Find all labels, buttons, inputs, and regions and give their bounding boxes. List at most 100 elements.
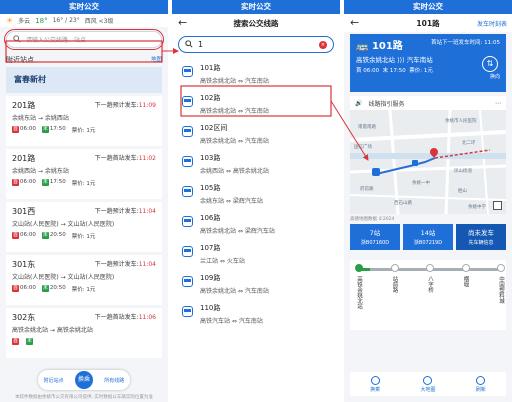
search-result-item[interactable]: 109路 高铁余姚北站 ⇔ 汽车南站 — [172, 269, 340, 299]
fullscreen-icon[interactable] — [493, 201, 502, 210]
bus-marker-icon[interactable] — [372, 168, 380, 176]
search-query: 1 — [198, 40, 204, 49]
big-map-button[interactable]: 大地图 — [420, 375, 436, 393]
route-path: 余姚西站 → 余姚东站 — [12, 168, 69, 175]
weather-temp: 18° — [35, 16, 48, 25]
back-arrow-icon[interactable]: ← — [178, 16, 187, 29]
search-result-item[interactable]: 110路高铁汽车站 ⇔ 汽车南站 — [172, 299, 340, 329]
map-poi-label: 凤山街道 — [454, 169, 472, 174]
station-dot — [390, 264, 399, 272]
swap-direction-icon[interactable]: ⇅ — [482, 56, 498, 72]
route-number: 201路 — [12, 101, 36, 110]
search-input[interactable]: 1 × — [178, 36, 334, 53]
result-route-name: 110路 — [200, 304, 221, 312]
route-number: 302东 — [12, 313, 36, 322]
station[interactable]: 站前路 — [390, 264, 400, 293]
bus-stop-icon[interactable] — [412, 160, 418, 166]
search-result-item[interactable]: 105路 余姚东站 ⇔ 梁辉汽车站 — [172, 179, 340, 209]
weather-cloud-sun-icon: ☀ — [6, 16, 14, 25]
map-poi-label: 府前路 — [360, 187, 374, 192]
bus-card[interactable]: 尚未发车 先车辆信息 — [456, 224, 506, 250]
station[interactable]: 八字桥 — [425, 264, 435, 293]
station[interactable]: 中国塑料城 — [496, 264, 506, 304]
map-pin-icon — [423, 375, 433, 385]
route-card-header: 201路 下一趟预计发车:11:09 — [12, 100, 156, 111]
route-card-header: 301西 下一趟预计发车:11:04 — [12, 206, 156, 217]
bottom-nav: 附近站点 换乘 所有线路 — [38, 370, 130, 390]
next-departure-time: 11:04 — [138, 208, 156, 215]
result-route-name: 109路 — [200, 274, 221, 282]
route-card[interactable]: 302东 下一趟首站发车:11:06 高铁余姚北站 → 高铁余姚北站首末 — [6, 308, 162, 358]
bus-icon — [182, 156, 193, 167]
route-card-header: 301东 下一趟预计发车:11:04 — [12, 259, 156, 270]
route-number: 301西 — [12, 207, 36, 216]
bus-icon — [182, 66, 193, 77]
bus-distance: 7站 — [369, 229, 381, 237]
search-result-item[interactable]: 101路 高铁余姚北站 ⇔ 汽车南站 — [172, 59, 340, 89]
nearby-header: 附近站点 地图 — [0, 52, 168, 67]
result-route-name: 106路 — [200, 214, 221, 222]
route-map[interactable]: 余姚市人民医院 南雷南路 北二环 国信广场 凤山街道 余姚一中 府前路 胜山 西石山路 余姚中学 — [350, 110, 506, 214]
map-poi-label: 南雷南路 — [358, 125, 376, 130]
search-result-item[interactable]: 103路 余姚西站 ⇔ 高铁余姚北站 — [172, 149, 340, 179]
station[interactable]: 高铁余姚北站 — [354, 264, 364, 309]
result-route-name: 107路 — [200, 244, 221, 252]
bus-card[interactable]: 7站 浙B07160D — [350, 224, 400, 250]
nav-nearby-button[interactable]: 附近站点 — [44, 377, 64, 384]
bus-icon — [182, 126, 193, 137]
result-text: 106路 高铁余姚北站 ⇔ 梁辉汽车站 — [200, 213, 275, 235]
route-number: 301东 — [12, 260, 36, 269]
station[interactable]: 横堰 — [461, 264, 471, 287]
more-icon[interactable]: ⋯ — [495, 100, 501, 107]
search-result-item[interactable]: 102路 高铁余姚北站 ⇔ 汽车南站 — [172, 89, 340, 119]
clear-icon[interactable]: × — [319, 40, 327, 49]
result-text: 107路 兰江站 ⇔ 火车站 — [200, 243, 245, 265]
first-bus: 首 06:00 — [356, 68, 380, 74]
app-title: 实时公交 — [0, 0, 168, 14]
route-times: 首 06:00 末 20:50 票价: 1元 — [12, 232, 156, 240]
route-card[interactable]: 301西 下一趟预计发车:11:04 文山站(人民医院) → 文山站(人民医院) 首 0… — [6, 202, 162, 252]
station-line: 高铁余姚北站 站前路 八字桥 横堰 中国塑料城 — [350, 260, 506, 330]
bus-distance: 尚未发车 — [468, 229, 494, 237]
map-poi-label: 胜山 — [458, 189, 467, 194]
first-bus-time: 06:00 — [20, 179, 36, 185]
weather-wind: 西风 <3级 — [84, 18, 114, 25]
station-dot — [461, 264, 470, 272]
bus-icon — [182, 246, 193, 257]
search-input[interactable]: 请输入公交线路、站点 — [4, 29, 164, 50]
last-bus-time: 20:50 — [49, 285, 66, 291]
stop-name[interactable]: 富春新村 — [6, 67, 162, 93]
result-text: 102区间 高铁余姚北站 ⇔ 汽车南站 — [200, 123, 269, 145]
route-card[interactable]: 301东 下一趟预计发车:11:04 文山站(人民医院) → 文山站(人民医院) 首 0… — [6, 255, 162, 305]
search-result-item[interactable]: 106路 高铁余姚北站 ⇔ 梁辉汽车站 — [172, 209, 340, 239]
route-card[interactable]: 201路 下一趟首站发车:11:02 余姚西站 → 余姚东站首 06:00 末 17:50… — [6, 149, 162, 199]
last-bus-time: 17:50 — [49, 179, 66, 185]
transfer-button[interactable]: 换乘 — [370, 375, 380, 393]
route-path: 余姚东站 → 余姚西站 — [12, 115, 69, 122]
next-departure-label: 下一趟首站发车: — [94, 314, 139, 321]
bus-card[interactable]: 14站 浙B07219D — [403, 224, 453, 250]
next-departure-hint: 下一趟预计发车:11:04 — [95, 259, 156, 270]
search-result-item[interactable]: 102区间 高铁余姚北站 ⇔ 汽车南站 — [172, 119, 340, 149]
refresh-button[interactable]: 刷新 — [476, 375, 486, 393]
nav-transfer-button[interactable]: 换乘 — [74, 371, 93, 389]
search-screen: 实时公交 ← 搜索公交线路 1 × 101路 高铁余姚北站 ⇔ 汽车南站 102路高… — [172, 0, 340, 402]
back-arrow-icon[interactable]: ← — [350, 16, 359, 29]
result-route-path: 高铁汽车站 ⇔ 汽车南站 — [200, 318, 263, 325]
last-bus-badge: 末 — [41, 179, 49, 186]
search-result-item[interactable]: 107路 兰江站 ⇔ 火车站 — [172, 239, 340, 269]
route-card[interactable]: 201路 下一趟预计发车:11:09 余姚东站 → 余姚西站首 06:00 末 17:50… — [6, 96, 162, 146]
timetable-link[interactable]: 发车时刻表 — [477, 19, 507, 28]
map-link[interactable]: 地图 — [151, 55, 162, 65]
map-poi-label: 余姚市人民医院 — [445, 119, 477, 124]
nav-all-routes-button[interactable]: 所有线路 — [104, 377, 124, 384]
bus-icon: 🚌 — [356, 41, 369, 52]
bus-icon — [182, 216, 193, 227]
next-departure-hint: 下一趟首站发车:11:02 — [95, 153, 156, 164]
last-bus-badge: 末 — [26, 338, 33, 345]
station-dot — [426, 264, 434, 272]
service-row[interactable]: 🔊 线路指引服务 ⋯ — [350, 96, 506, 110]
next-departure-time: 11:09 — [138, 102, 156, 109]
nav-title: 101路 — [416, 18, 440, 28]
first-bus-time: 06:00 — [20, 232, 36, 238]
